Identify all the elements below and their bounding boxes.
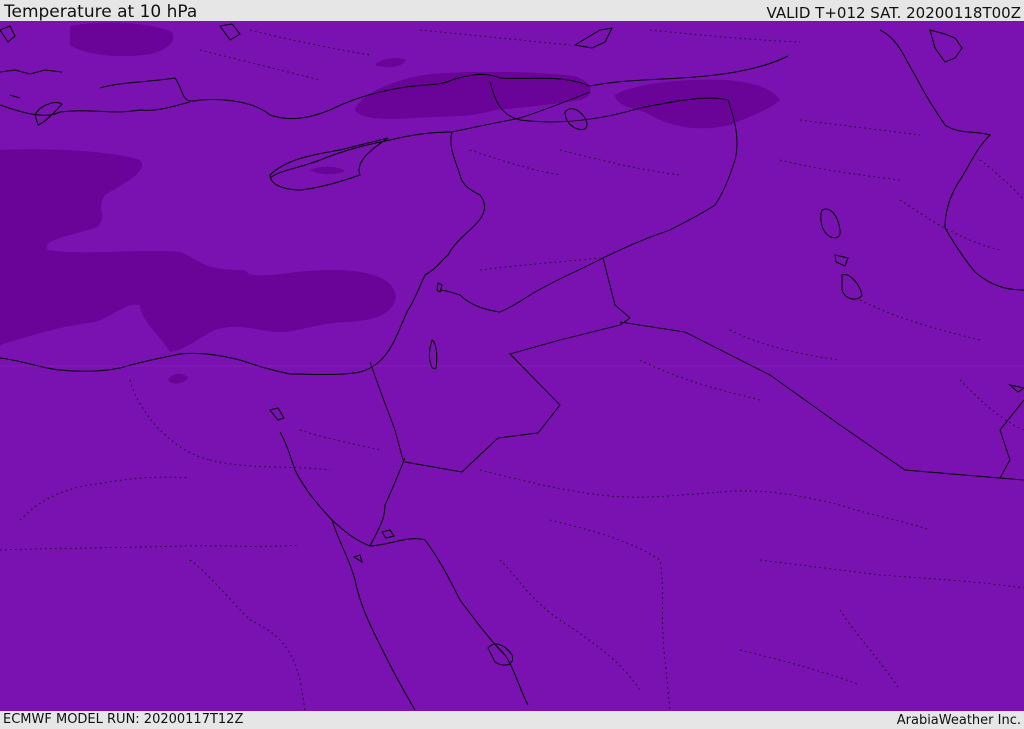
weather-map[interactable] [0, 21, 1024, 711]
footer-bar: ECMWF MODEL RUN: 20200117T12Z ArabiaWeat… [0, 711, 1024, 729]
valid-time-label: VALID T+012 SAT. 20200118T00Z [766, 4, 1021, 22]
map-canvas [0, 21, 1024, 711]
credit-label: ArabiaWeather Inc. [896, 713, 1021, 728]
model-run-label: ECMWF MODEL RUN: 20200117T12Z [3, 712, 244, 727]
map-title: Temperature at 10 hPa [4, 2, 198, 22]
header-bar: Temperature at 10 hPa VALID T+012 SAT. 2… [0, 0, 1024, 21]
cold-area-aegean [70, 22, 174, 57]
